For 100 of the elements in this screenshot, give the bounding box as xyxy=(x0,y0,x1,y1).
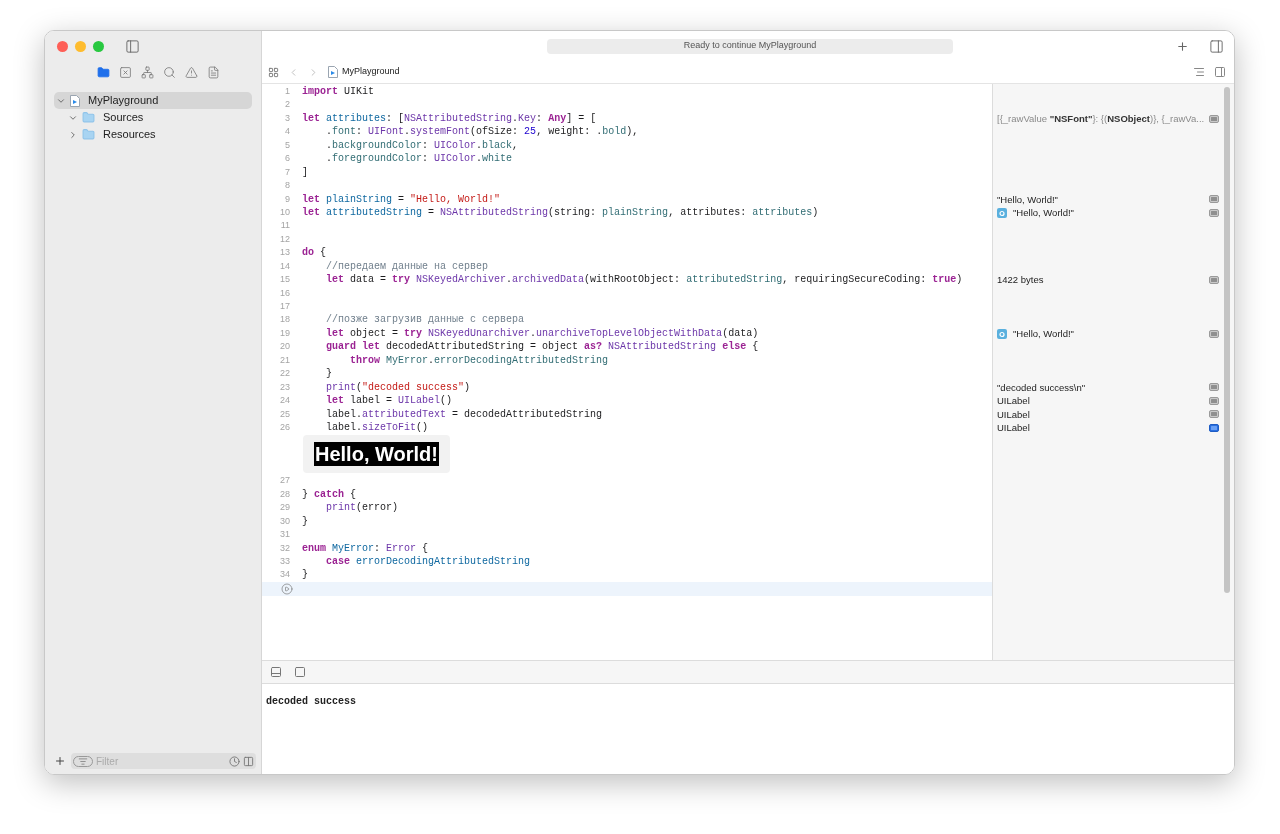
add-editor-icon[interactable] xyxy=(1214,66,1226,78)
folder-icon[interactable] xyxy=(96,66,110,79)
source-control-filter-icon[interactable] xyxy=(243,755,254,767)
add-icon[interactable] xyxy=(54,755,66,767)
console-output: decoded success xyxy=(266,696,356,707)
result-value: UILabel xyxy=(997,394,1031,408)
code-line: let label = UILabel() xyxy=(325,394,453,408)
result-value: "decoded success\n" xyxy=(997,380,1087,395)
sidebar-toggle-icon[interactable] xyxy=(125,38,140,54)
result-value: "Hello, World!" xyxy=(997,192,1059,206)
search-icon[interactable] xyxy=(162,66,176,79)
playground-file-icon xyxy=(328,66,338,78)
x-box-icon[interactable] xyxy=(118,66,132,79)
line-number: 30 xyxy=(279,514,291,528)
result-toggle-icon[interactable] xyxy=(1209,275,1219,284)
inspector-toggle-icon[interactable] xyxy=(1209,38,1224,54)
code-line: label.sizeToFit() xyxy=(325,420,429,435)
add-icon[interactable] xyxy=(1176,39,1189,53)
run-icon[interactable] xyxy=(281,582,293,595)
code-line: let object = try NSKeyedUnarchiver.unarchiveTopLevelObjectWithData(data) xyxy=(325,326,759,341)
line-number: 34 xyxy=(279,568,291,582)
line-number: 29 xyxy=(279,501,291,515)
line-number: 21 xyxy=(279,353,291,367)
code-line: let data = try NSKeyedArchiver.archivedData(withRootObject: attributedString, requiringSecureCoding: true) xyxy=(325,273,963,287)
result-value: "Hello, World!" xyxy=(1013,205,1075,220)
line-number: 6 xyxy=(284,152,291,166)
tree-item[interactable]: Resources xyxy=(54,126,252,143)
disclosure-chevron-icon[interactable] xyxy=(68,129,78,140)
document-icon[interactable] xyxy=(206,66,220,79)
code-line: case errorDecodingAttributedString xyxy=(325,555,531,569)
code-line: let attributedString = NSAttributedString(string: plainString, attributes: attributes) xyxy=(302,205,819,220)
line-number: 20 xyxy=(279,340,291,354)
breadcrumb-item[interactable]: MyPlayground xyxy=(328,65,400,79)
warning-icon[interactable] xyxy=(184,66,198,79)
hide-debug-area-icon[interactable] xyxy=(270,666,282,678)
result-toggle-icon[interactable] xyxy=(1209,195,1219,204)
line-number: 9 xyxy=(284,192,291,206)
code-line: guard let decodedAttributedString = object as? NSAttributedString else { xyxy=(325,340,759,354)
result-toggle-icon[interactable] xyxy=(1209,410,1219,419)
code-line: print("decoded success") xyxy=(325,380,471,395)
recent-files-icon[interactable] xyxy=(229,755,240,767)
code-line: throw MyError.errorDecodingAttributedString xyxy=(349,353,609,368)
tree-item[interactable]: Sources xyxy=(54,109,252,126)
line-number: 5 xyxy=(284,138,291,152)
zoom-window-button[interactable] xyxy=(93,40,104,52)
code-line: do { xyxy=(302,246,327,260)
line-number: 32 xyxy=(279,541,291,555)
result-toggle-icon[interactable] xyxy=(1209,114,1219,123)
result-value: [{_rawValue "NSFont"}: {(NSObject)}, {_rawVa... xyxy=(997,111,1206,126)
code-line: .backgroundColor: UIColor.black, xyxy=(325,138,519,153)
code-line: //передаем данные на сервер xyxy=(325,259,489,274)
grid-icon[interactable] xyxy=(268,66,279,78)
result-value: UILabel xyxy=(997,407,1031,421)
code-line: } catch { xyxy=(302,487,357,502)
tree-item[interactable]: MyPlayground xyxy=(54,92,252,109)
result-toggle-icon[interactable] xyxy=(1209,383,1219,392)
line-number: 17 xyxy=(279,300,291,313)
line-number: 3 xyxy=(284,111,291,125)
line-number: 16 xyxy=(279,286,291,300)
result-toggle-icon[interactable] xyxy=(1209,396,1219,405)
line-number: 28 xyxy=(279,487,291,501)
attributed-string-icon xyxy=(997,207,1007,218)
line-number: 25 xyxy=(279,407,291,421)
code-line: .foregroundColor: UIColor.white xyxy=(325,152,513,166)
line-number: 26 xyxy=(279,420,291,434)
code-line: label.attributedText = decodedAttributedString xyxy=(325,407,603,421)
code-line: //позже загрузив данные с сервера xyxy=(325,313,525,327)
result-value: "Hello, World!" xyxy=(1013,326,1075,341)
editor-options-icon[interactable] xyxy=(1193,66,1205,78)
result-toggle-icon[interactable] xyxy=(1209,208,1219,217)
result-value: UILabel xyxy=(997,420,1031,435)
line-number: 13 xyxy=(279,246,291,260)
code-line: import UIKit xyxy=(302,85,375,99)
scrollbar[interactable] xyxy=(1224,87,1230,593)
show-variables-icon[interactable] xyxy=(294,666,306,678)
line-number: 31 xyxy=(279,528,291,542)
result-toggle-icon[interactable] xyxy=(1209,329,1219,338)
result-value: 1422 bytes xyxy=(997,273,1045,287)
line-number: 23 xyxy=(279,380,291,394)
attributed-string-icon xyxy=(997,328,1007,339)
line-number: 11 xyxy=(279,219,291,233)
code-line: enum MyError: Error { xyxy=(302,541,429,555)
code-line: .font: UIFont.systemFont(ofSize: 25, weight: .bold), xyxy=(325,125,639,139)
activity-status-field: Ready to continue MyPlayground xyxy=(547,38,953,54)
line-number: 2 xyxy=(284,98,291,112)
code-line: ] xyxy=(302,165,308,180)
line-number: 14 xyxy=(279,259,291,273)
line-number: 27 xyxy=(279,474,291,488)
line-number: 1 xyxy=(284,85,291,98)
code-line: let plainString = "Hello, World!" xyxy=(302,192,501,206)
close-window-button[interactable] xyxy=(57,40,68,52)
line-number: 7 xyxy=(284,165,291,179)
line-number: 18 xyxy=(279,313,291,327)
line-number: 15 xyxy=(279,273,291,287)
code-line: let attributes: [NSAttributedString.Key: Any] = [ xyxy=(302,111,597,126)
hierarchy-icon[interactable] xyxy=(140,66,154,79)
line-number: 22 xyxy=(279,367,291,381)
result-toggle-icon[interactable] xyxy=(1209,423,1219,432)
line-number: 24 xyxy=(279,394,291,408)
code-line: } xyxy=(302,568,308,582)
